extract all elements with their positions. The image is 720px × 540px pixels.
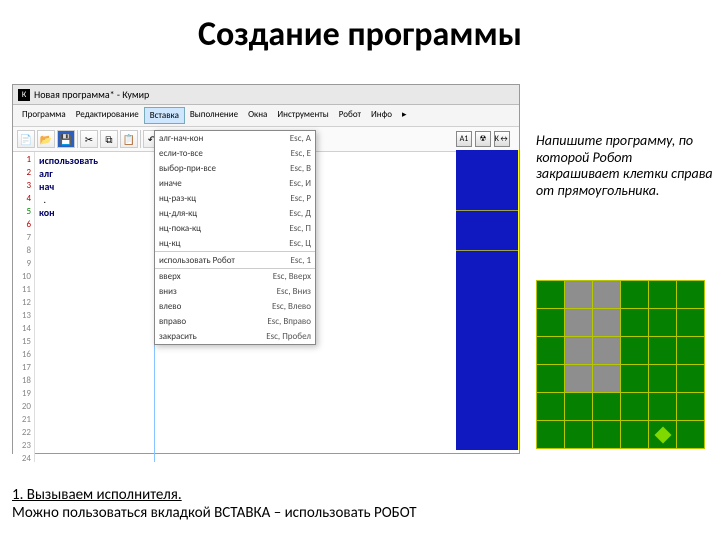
- save-icon[interactable]: 💾: [57, 130, 75, 148]
- grid-cell: [649, 421, 677, 449]
- grid-cell: [677, 421, 705, 449]
- menu-more[interactable]: ▸: [397, 107, 412, 124]
- grid-cell: [593, 365, 621, 393]
- menu-program[interactable]: Программа: [17, 107, 71, 124]
- app-icon: К: [18, 89, 30, 101]
- radiation-icon[interactable]: ☢: [475, 131, 491, 147]
- cut-icon[interactable]: ✂: [80, 130, 98, 148]
- grid-cell: [621, 393, 649, 421]
- grid-cell: [677, 281, 705, 309]
- menu-edit[interactable]: Редактирование: [71, 107, 144, 124]
- a1-icon[interactable]: A1: [456, 131, 472, 147]
- code-editor[interactable]: использовать алг нач . кон: [35, 152, 155, 462]
- menu-insert[interactable]: Вставка: [144, 107, 185, 124]
- footer-step: 1. Вызываем исполнителя.: [12, 486, 182, 504]
- line-gutter: 1234 5678 9101112 13141516 17181920 2122…: [13, 152, 35, 462]
- grid-cell: [621, 365, 649, 393]
- grid-cell: [565, 337, 593, 365]
- copy-icon[interactable]: ⧉: [100, 130, 118, 148]
- menu-windows[interactable]: Окна: [243, 107, 272, 124]
- insert-menu-dropdown[interactable]: алг-нач-конEsc, A если-то-всеEsc, Е выбо…: [154, 130, 316, 345]
- menu-robot[interactable]: Робот: [334, 107, 366, 124]
- grid-cell: [565, 309, 593, 337]
- grid-cell: [593, 281, 621, 309]
- task-text: Напишите программу, по которой Робот зак…: [536, 133, 714, 199]
- grid-cell: [593, 421, 621, 449]
- grid-cell: [593, 337, 621, 365]
- separator: [140, 130, 141, 148]
- slide-title: Создание программы: [0, 0, 720, 59]
- grid-cell: [649, 309, 677, 337]
- grid-cell: [677, 309, 705, 337]
- grid-cell: [649, 281, 677, 309]
- open-icon[interactable]: 📂: [37, 130, 55, 148]
- grid-cell: [621, 421, 649, 449]
- grid-cell: [593, 393, 621, 421]
- grid-cell: [565, 393, 593, 421]
- field-pane-partial: [456, 150, 519, 450]
- field-toolbar: A1 ☢ K↔: [456, 131, 510, 147]
- footer: 1. Вызываем исполнителя. Можно пользоват…: [12, 486, 417, 522]
- grid-cell: [621, 337, 649, 365]
- grid-cell: [537, 421, 565, 449]
- footer-hint: Можно пользоваться вкладкой ВСТАВКА – ис…: [12, 504, 417, 522]
- grid-cell: [621, 309, 649, 337]
- grid-cell: [565, 281, 593, 309]
- window-title: Новая программа* - Кумир: [34, 88, 149, 101]
- grid-cell: [537, 337, 565, 365]
- grid-cell: [537, 393, 565, 421]
- grid-cell: [621, 281, 649, 309]
- titlebar: К Новая программа* - Кумир: [13, 85, 519, 105]
- grid-cell: [537, 281, 565, 309]
- grid-cell: [677, 337, 705, 365]
- separator: [77, 130, 78, 148]
- grid-cell: [649, 365, 677, 393]
- menubar[interactable]: Программа Редактирование Вставка Выполне…: [13, 105, 519, 127]
- grid-cell: [593, 309, 621, 337]
- grid-cell: [537, 365, 565, 393]
- grid-cell: [565, 365, 593, 393]
- grid-cell: [537, 309, 565, 337]
- resize-icon[interactable]: K↔: [494, 131, 510, 147]
- menu-tools[interactable]: Инструменты: [272, 107, 333, 124]
- menu-run[interactable]: Выполнение: [185, 107, 243, 124]
- new-icon[interactable]: 📄: [17, 130, 35, 148]
- grid-cell: [565, 421, 593, 449]
- grid-cell: [649, 393, 677, 421]
- paste-icon[interactable]: 📋: [120, 130, 138, 148]
- grid-cell: [649, 337, 677, 365]
- grid-cell: [677, 365, 705, 393]
- menu-info[interactable]: Инфо: [366, 107, 397, 124]
- grid-cell: [677, 393, 705, 421]
- robot-grid: [536, 280, 716, 450]
